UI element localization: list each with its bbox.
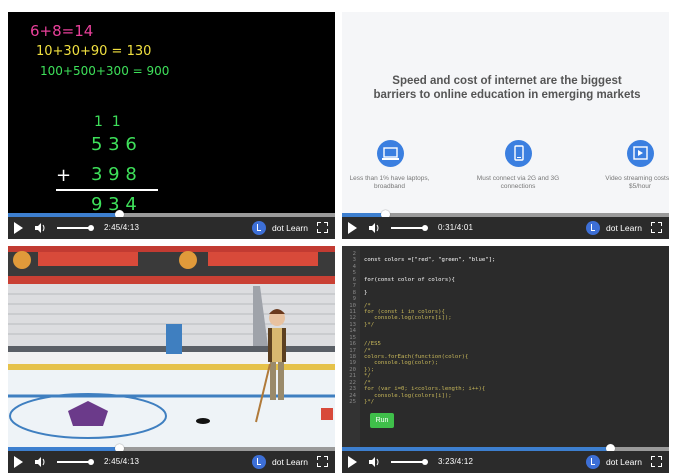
control-bar: 3:23/4:12 dot Learn [342,451,669,473]
dot-learn-logo-icon [252,221,266,235]
time-display: 2:45/4:13 [104,457,140,466]
time-display: 2:45/4:13 [104,223,140,232]
volume-slider[interactable] [57,225,94,231]
code-text: }*/ [364,399,375,406]
control-bar: 0:31/4:01 dot Learn [342,217,669,239]
math-bottom-number: 3 9 8 [91,164,137,185]
time-display: 0:31/4:01 [438,223,474,232]
control-bar: 2:45/4:13 dot Learn [8,451,335,473]
code-editor[interactable]: 2 3 const colors =["red", "green", "blue"]… [342,251,669,406]
hockey-rink-illustration [8,246,335,447]
video-screen[interactable]: 2 3 const colors =["red", "green", "blue"]… [342,246,669,447]
math-plus-sign: + [56,165,72,186]
math-sum-line [56,189,158,191]
brand-label: dot Learn [272,223,308,233]
dot-learn-logo-icon [252,455,266,469]
volume-slider[interactable] [391,459,428,465]
math-top-number: 5 3 6 [91,134,137,155]
fullscreen-icon[interactable] [651,456,662,467]
time-display: 3:23/4:12 [438,457,474,466]
volume-icon[interactable] [369,457,381,467]
play-icon[interactable] [348,222,357,234]
video-player-hockey[interactable]: 2:45/4:13 dot Learn [8,246,335,473]
math-carry: 1 1 [94,114,121,130]
math-line-3: 100+500+300 = 900 [40,64,170,78]
fullscreen-icon[interactable] [317,456,328,467]
slide-title: Speed and cost of internet are the bigge… [373,75,641,101]
volume-icon[interactable] [35,223,47,233]
volume-icon[interactable] [35,457,47,467]
brand-label: dot Learn [272,457,308,467]
brand-label: dot Learn [606,223,642,233]
line-number: 25 [349,399,356,406]
video-player-slide[interactable]: Speed and cost of internet are the bigge… [342,12,669,239]
play-icon[interactable] [14,456,23,468]
code-line: 25 }*/ [342,399,669,405]
control-bar: 2:45/4:13 dot Learn [8,217,335,239]
video-player-math[interactable]: 6+8=14 10+30+90 = 130 100+500+300 = 900 … [8,12,335,239]
volume-slider[interactable] [391,225,428,231]
barrier-label-streaming-cost: Video streaming costs > $5/hour [605,175,669,190]
volume-icon[interactable] [369,223,381,233]
phone-icon [505,140,532,167]
math-line-1: 6+8=14 [30,22,94,40]
run-button[interactable]: Run [370,413,394,428]
play-icon[interactable] [14,222,23,234]
math-line-2: 10+30+90 = 130 [36,44,152,59]
video-screen[interactable]: 6+8=14 10+30+90 = 130 100+500+300 = 900 … [8,12,335,213]
fullscreen-icon[interactable] [317,222,328,233]
video-icon [627,140,654,167]
volume-slider[interactable] [57,459,94,465]
dot-learn-logo-icon [586,221,600,235]
math-result: 9 3 4 [91,194,137,213]
laptop-icon [377,140,404,167]
video-screen[interactable] [8,246,335,447]
brand-label: dot Learn [606,457,642,467]
play-icon[interactable] [348,456,357,468]
video-screen[interactable]: Speed and cost of internet are the bigge… [342,12,669,213]
dot-learn-logo-icon [586,455,600,469]
barrier-label-connections: Must connect via 2G and 3G connections [476,175,560,190]
video-player-code[interactable]: 2 3 const colors =["red", "green", "blue"]… [342,246,669,473]
barrier-label-laptops: Less than 1% have laptops, broadband [349,175,430,190]
fullscreen-icon[interactable] [651,222,662,233]
